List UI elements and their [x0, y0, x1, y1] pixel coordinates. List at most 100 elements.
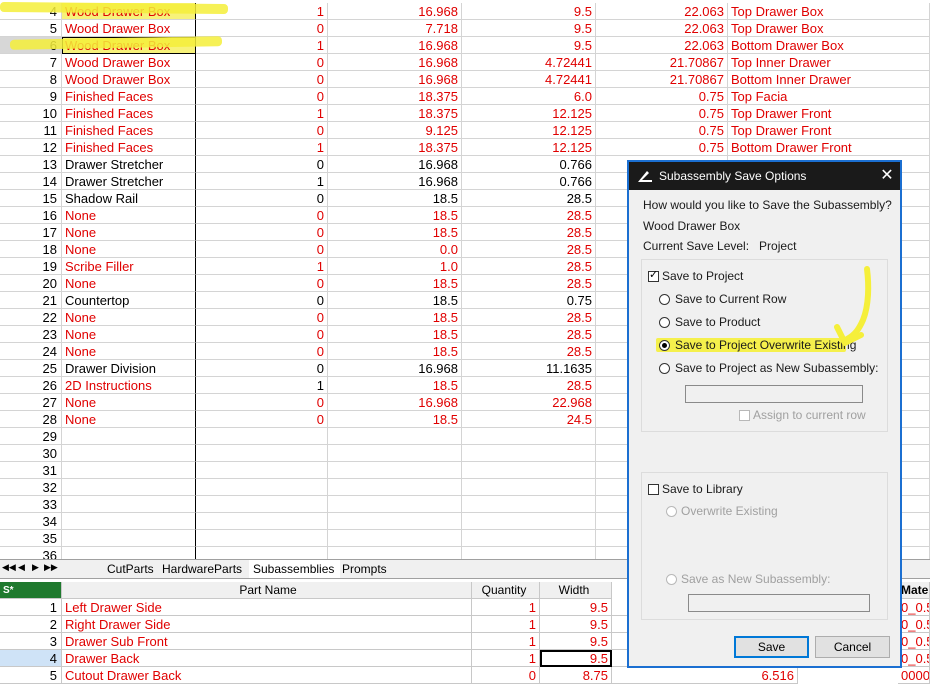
- cell-width[interactable]: 8.75: [540, 667, 612, 684]
- cell-quantity[interactable]: 0: [196, 394, 328, 411]
- cell-part-name[interactable]: Finished Faces: [62, 88, 196, 105]
- cell-part-name[interactable]: [62, 428, 196, 445]
- radio-overwrite-existing[interactable]: [659, 340, 670, 351]
- cell-width[interactable]: 9.5: [540, 616, 612, 633]
- row-number[interactable]: 3: [0, 633, 62, 650]
- cell-part-name[interactable]: Drawer Back: [62, 650, 472, 667]
- cell-part-name[interactable]: [62, 479, 196, 496]
- cell-quantity[interactable]: 1: [472, 633, 540, 650]
- cell-width[interactable]: 18.5: [328, 343, 462, 360]
- cancel-button[interactable]: Cancel: [815, 636, 890, 658]
- cell-width[interactable]: 18.5: [328, 309, 462, 326]
- last-sheet-icon[interactable]: ▶▶: [44, 562, 58, 573]
- cell-depth[interactable]: 0.75: [596, 122, 728, 139]
- grid-corner[interactable]: S*: [0, 582, 62, 599]
- cell-quantity[interactable]: [196, 530, 328, 547]
- table-row[interactable]: 9 Finished Faces 0 18.375 6.0 0.75 Top Facia: [0, 88, 930, 105]
- cell-part-name[interactable]: None: [62, 241, 196, 258]
- cell-comment[interactable]: Top Drawer Box: [728, 3, 930, 20]
- cell-height[interactable]: 28.5: [462, 241, 596, 258]
- cell-part-name[interactable]: Drawer Division: [62, 360, 196, 377]
- row-number[interactable]: 7: [0, 54, 62, 71]
- cell-part-name[interactable]: [62, 445, 196, 462]
- row-number[interactable]: 10: [0, 105, 62, 122]
- tab-subassemblies[interactable]: Subassemblies: [249, 560, 341, 578]
- cell-height[interactable]: 28.5: [462, 224, 596, 241]
- row-number[interactable]: 29: [0, 428, 62, 445]
- cell-height[interactable]: [462, 428, 596, 445]
- cell-quantity[interactable]: [196, 462, 328, 479]
- cell-width[interactable]: 0.0: [328, 241, 462, 258]
- row-number[interactable]: 34: [0, 513, 62, 530]
- cell-height[interactable]: 28.5: [462, 309, 596, 326]
- cell-material[interactable]: 0_0.5: [898, 650, 930, 667]
- cell-width[interactable]: 9.5: [540, 633, 612, 650]
- cell-height[interactable]: 4.72441: [462, 54, 596, 71]
- cell-quantity[interactable]: [196, 513, 328, 530]
- cell-part-name[interactable]: None: [62, 326, 196, 343]
- cell-height[interactable]: 28.5: [462, 190, 596, 207]
- cell-width[interactable]: 16.968: [328, 394, 462, 411]
- cell-depth[interactable]: 0.75: [596, 105, 728, 122]
- header-material[interactable]: Mate: [898, 582, 930, 599]
- dialog-title-bar[interactable]: Subassembly Save Options ✕: [629, 162, 900, 190]
- cell-depth[interactable]: 21.70867: [596, 71, 728, 88]
- cell-value[interactable]: 6.516: [612, 667, 798, 684]
- cell-comment[interactable]: Bottom Drawer Box: [728, 37, 930, 54]
- table-row[interactable]: 10 Finished Faces 1 18.375 12.125 0.75 Top Dra…: [0, 105, 930, 122]
- row-number[interactable]: 17: [0, 224, 62, 241]
- table-row[interactable]: 11 Finished Faces 0 9.125 12.125 0.75 Top Draw…: [0, 122, 930, 139]
- cell-height[interactable]: [462, 513, 596, 530]
- cell-quantity[interactable]: 0: [196, 275, 328, 292]
- cell-width[interactable]: 16.968: [328, 173, 462, 190]
- cell-part-name[interactable]: Finished Faces: [62, 139, 196, 156]
- cell-quantity[interactable]: 1: [196, 139, 328, 156]
- cell-part-name[interactable]: None: [62, 343, 196, 360]
- cell-material[interactable]: 0000_0.5: [898, 667, 930, 684]
- cell-width[interactable]: 7.718: [328, 20, 462, 37]
- cell-quantity[interactable]: 0: [196, 20, 328, 37]
- cell-quantity[interactable]: 0: [196, 343, 328, 360]
- cell-height[interactable]: 28.5: [462, 275, 596, 292]
- cell-width[interactable]: 16.968: [328, 37, 462, 54]
- cell-width[interactable]: 18.5: [328, 411, 462, 428]
- cell-part-name[interactable]: Finished Faces: [62, 122, 196, 139]
- table-row[interactable]: 8 Wood Drawer Box 0 16.968 4.72441 21.70867 Bo…: [0, 71, 930, 88]
- cell-part-name[interactable]: Shadow Rail: [62, 190, 196, 207]
- cell-width[interactable]: [328, 479, 462, 496]
- cell-part-name[interactable]: Drawer Stretcher: [62, 156, 196, 173]
- cell-width[interactable]: 18.5: [328, 190, 462, 207]
- cell-material[interactable]: 0_0.5: [898, 633, 930, 650]
- cell-depth[interactable]: 22.063: [596, 37, 728, 54]
- cell-part-name[interactable]: Wood Drawer Box: [62, 20, 196, 37]
- cell-height[interactable]: 22.968: [462, 394, 596, 411]
- cell-width[interactable]: [328, 513, 462, 530]
- cell-part-name[interactable]: Scribe Filler: [62, 258, 196, 275]
- cell-width[interactable]: [328, 496, 462, 513]
- cell-quantity[interactable]: 0: [196, 411, 328, 428]
- cell-height[interactable]: [462, 479, 596, 496]
- cell-depth[interactable]: 21.70867: [596, 54, 728, 71]
- assign-current-row-checkbox[interactable]: [739, 410, 750, 421]
- cell-height[interactable]: 28.5: [462, 377, 596, 394]
- tab-cutparts[interactable]: CutParts: [103, 560, 160, 578]
- row-number[interactable]: 35: [0, 530, 62, 547]
- cell-part-name[interactable]: None: [62, 394, 196, 411]
- cell-height[interactable]: 28.5: [462, 207, 596, 224]
- cell-height[interactable]: [462, 462, 596, 479]
- cell-width[interactable]: 16.968: [328, 71, 462, 88]
- row-number[interactable]: 12: [0, 139, 62, 156]
- cell-quantity[interactable]: 0: [196, 190, 328, 207]
- cell-width[interactable]: 18.375: [328, 139, 462, 156]
- cell-quantity[interactable]: 0: [472, 667, 540, 684]
- header-quantity[interactable]: Quantity: [472, 582, 540, 599]
- cell-width[interactable]: 16.968: [328, 54, 462, 71]
- cell-quantity[interactable]: [196, 496, 328, 513]
- cell-width[interactable]: [328, 462, 462, 479]
- cell-width[interactable]: 9.5: [540, 599, 612, 616]
- cell-height[interactable]: 28.5: [462, 258, 596, 275]
- cell-quantity[interactable]: 0: [196, 326, 328, 343]
- cell-quantity[interactable]: 0: [196, 122, 328, 139]
- cell-part-name[interactable]: Right Drawer Side: [62, 616, 472, 633]
- cell-comment[interactable]: Top Inner Drawer: [728, 54, 930, 71]
